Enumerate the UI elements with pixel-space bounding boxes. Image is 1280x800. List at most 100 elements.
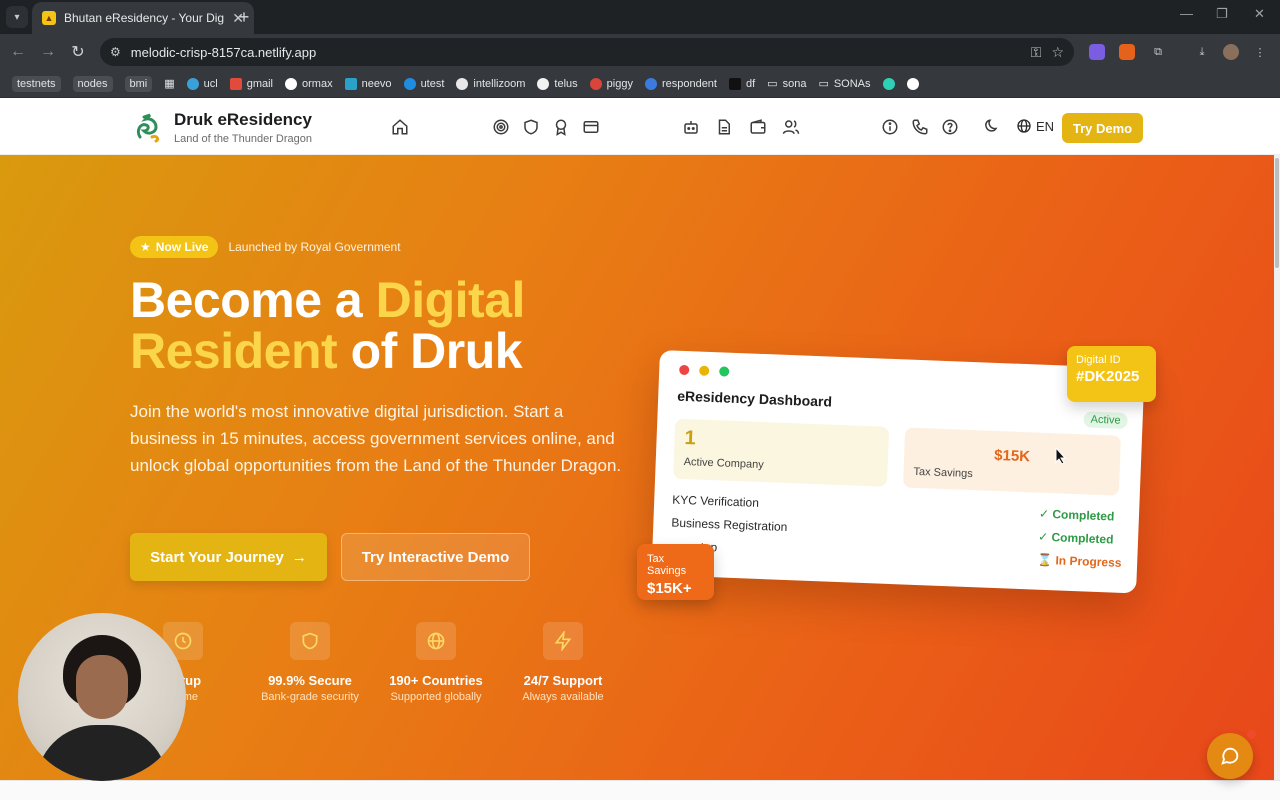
site-info-icon[interactable]: ⚙ <box>110 45 121 59</box>
bookmark-item[interactable]: respondent <box>644 77 717 90</box>
apps-grid-icon[interactable]: ▦ <box>164 77 174 90</box>
browser-menu-icon[interactable]: ⋮ <box>1252 44 1268 60</box>
neevo-favicon-icon <box>344 77 357 90</box>
interactive-demo-button[interactable]: Try Interactive Demo <box>341 533 530 581</box>
extensions-puzzle-icon[interactable]: ⧉ <box>1150 44 1166 60</box>
extension-ghost-icon[interactable] <box>1089 44 1105 60</box>
hero-section: ★ Now Live Launched by Royal Government … <box>0 155 1274 780</box>
dragon-logo-icon[interactable] <box>134 113 162 143</box>
zap-icon <box>543 622 583 660</box>
webcam-overlay <box>18 613 186 781</box>
bookmark-label: piggy <box>606 77 633 90</box>
stat-countries: 190+ Countries Supported globally <box>376 622 496 703</box>
window-dot-red <box>679 364 690 376</box>
bookmark-item[interactable]: testnets <box>12 75 61 92</box>
password-key-icon[interactable]: ⚿ <box>1031 44 1042 61</box>
info-icon[interactable] <box>881 118 899 136</box>
utest-favicon-icon <box>403 77 416 90</box>
bookmark-label: telus <box>554 77 578 90</box>
bookmark-label: intellizoom <box>473 77 526 90</box>
headline-highlight: Resident <box>130 323 338 379</box>
chat-bubble-icon <box>1221 747 1239 765</box>
arrow-right-icon: → <box>291 548 307 566</box>
digital-id-card: Digital ID #DK2025 <box>1067 346 1156 402</box>
bot-icon[interactable] <box>682 118 700 136</box>
help-icon[interactable] <box>941 118 959 136</box>
bookmark-item[interactable]: bmi <box>124 75 153 92</box>
bookmark-item[interactable]: ucl <box>186 77 218 90</box>
minimize-icon[interactable]: — <box>1180 6 1193 21</box>
bookmark-item[interactable]: intellizoom <box>456 77 526 90</box>
back-icon[interactable]: ← <box>8 43 28 61</box>
download-icon[interactable]: ⤓ <box>1194 44 1210 60</box>
task-label: KYC Verification <box>671 492 760 510</box>
document-icon[interactable] <box>715 118 733 136</box>
digital-id-label: Digital ID <box>1076 354 1121 366</box>
dashboard-title: eResidency Dashboard <box>676 387 833 410</box>
scrollbar-thumb[interactable] <box>1275 158 1279 268</box>
window-close-icon[interactable]: ✕ <box>1254 6 1265 22</box>
moon-icon[interactable] <box>981 118 999 136</box>
globe-icon <box>1017 119 1031 133</box>
shield-icon[interactable] <box>522 118 540 136</box>
phone-icon[interactable] <box>911 118 929 136</box>
bookmark-extra-icon[interactable] <box>882 77 895 90</box>
bookmark-label: SONAs <box>833 77 871 90</box>
headline-part: Become a <box>130 272 376 328</box>
kpi-label: Active Company <box>683 455 764 472</box>
now-live-label: Now Live <box>155 240 209 254</box>
site-header: Druk eResidency Land of the Thunder Drag… <box>0 101 1280 155</box>
bookmark-extra-icon[interactable] <box>906 77 919 90</box>
bookmark-star-icon[interactable]: ☆ <box>1051 44 1064 61</box>
ucl-favicon-icon <box>186 77 199 90</box>
language-selector[interactable]: EN <box>1016 118 1054 134</box>
stat-secure: 99.9% Secure Bank-grade security <box>250 622 370 703</box>
bookmark-item[interactable]: gmail <box>229 77 273 90</box>
bookmark-item[interactable]: df <box>728 77 755 90</box>
stat-title: 24/7 Support <box>523 673 603 688</box>
bookmark-item[interactable]: nodes <box>72 75 113 92</box>
status-badge: Active <box>1083 411 1128 429</box>
df-favicon-icon <box>728 77 741 90</box>
kpi-label: Tax Savings <box>913 465 974 481</box>
bookmark-label: respondent <box>661 77 717 90</box>
home-icon[interactable] <box>391 118 409 136</box>
address-bar[interactable]: ⚙ melodic-crisp-8157ca.netlify.app ⚿ ☆ <box>100 38 1074 66</box>
forward-icon[interactable]: → <box>38 43 58 61</box>
bookmark-folder[interactable]: ▭ SONAs <box>818 77 871 91</box>
tab-search-button[interactable]: ▾ <box>6 6 28 28</box>
restore-icon[interactable]: ❐ <box>1216 6 1228 22</box>
try-demo-button[interactable]: Try Demo <box>1062 113 1143 143</box>
chat-button[interactable] <box>1207 733 1253 779</box>
target-icon[interactable] <box>492 118 510 136</box>
folder-icon: ▭ <box>767 78 778 90</box>
profile-avatar[interactable] <box>1223 44 1239 60</box>
browser-tab-active[interactable]: ▲ Bhutan eResidency - Your Digit ✕ <box>32 2 254 34</box>
reload-icon[interactable]: ↻ <box>68 43 88 61</box>
brand-tagline: Land of the Thunder Dragon <box>174 133 313 145</box>
start-journey-button[interactable]: Start Your Journey → <box>130 533 327 581</box>
wallet-icon[interactable] <box>749 118 767 136</box>
url-text: melodic-crisp-8157ca.netlify.app <box>130 44 317 60</box>
bookmark-item[interactable]: piggy <box>589 77 633 90</box>
bookmark-label: neevo <box>361 77 392 90</box>
bookmark-item[interactable]: neevo <box>344 77 392 90</box>
shield-icon <box>290 622 330 660</box>
users-icon[interactable] <box>782 118 800 136</box>
card-icon[interactable] <box>582 118 600 136</box>
window-dot-green <box>719 366 730 377</box>
bookmark-item[interactable]: telus <box>537 77 578 90</box>
site-favicon-icon: ▲ <box>42 11 56 25</box>
brand-name[interactable]: Druk eResidency <box>174 110 312 130</box>
task-status: ✓ Completed <box>1037 529 1114 547</box>
browser-toolbar: ← → ↻ ⚙ melodic-crisp-8157ca.netlify.app… <box>0 34 1280 70</box>
webcam-person-body <box>36 725 168 781</box>
now-live-badge: ★ Now Live Launched by Royal Government <box>130 236 401 258</box>
new-tab-button[interactable]: + <box>234 7 254 27</box>
bookmark-item[interactable]: ormax <box>285 77 333 90</box>
extension-fox-icon[interactable] <box>1119 44 1135 60</box>
kpi-active-company: 1 Active Company <box>673 418 890 487</box>
award-icon[interactable] <box>552 118 570 136</box>
bookmark-folder[interactable]: ▭ sona <box>767 77 806 91</box>
bookmark-item[interactable]: utest <box>403 77 444 90</box>
